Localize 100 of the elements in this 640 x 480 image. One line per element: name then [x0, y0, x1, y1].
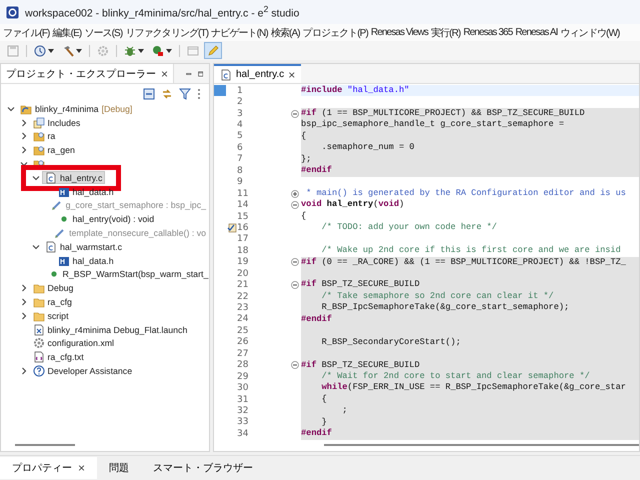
collapse-icon[interactable] [291, 258, 299, 266]
gear-icon [97, 44, 109, 56]
chevron-right-icon[interactable] [20, 118, 28, 127]
code-line: * main() is generated by the RA Configuration editor and is us [305, 188, 626, 198]
menu-item[interactable]: Renesas Views [370, 27, 428, 38]
line-number: 3 [237, 108, 244, 119]
menu-item[interactable]: 検索(A) [270, 26, 300, 40]
line-number: 33 [237, 417, 250, 428]
link-icon[interactable] [161, 88, 173, 100]
tree-item[interactable]: ra_gen [30, 144, 78, 157]
tree-item[interactable]: ra_cfg [30, 296, 75, 309]
launch-file-icon [32, 324, 44, 336]
editor-tab[interactable]: hal_entry.c × [214, 64, 302, 83]
chevron-right-icon[interactable] [20, 284, 28, 292]
close-icon[interactable]: × [78, 461, 86, 475]
save-icon [7, 44, 19, 56]
explorer-tab[interactable]: プロジェクト・エクスプローラー × [1, 64, 174, 83]
chevron-down-icon[interactable] [32, 174, 40, 182]
tree-item[interactable]: R_BSP_WarmStart(bsp_warm_start_ [44, 268, 212, 281]
tree-item[interactable]: template_nonsecure_callable() : vo [51, 226, 209, 240]
more-icon[interactable] [197, 88, 201, 100]
line-number: 18 [237, 246, 250, 256]
menu-item[interactable]: リファクタリング(T) [125, 26, 208, 40]
menu-item[interactable]: 編集(E) [52, 26, 82, 40]
code-line: }; [301, 154, 312, 164]
chevron-right-icon[interactable] [20, 146, 28, 154]
pencil-icon [54, 227, 66, 240]
line-number: 9 [237, 177, 244, 188]
chevron-down-icon[interactable] [32, 242, 40, 251]
maximize-icon[interactable] [198, 68, 203, 78]
menu-item[interactable]: ナビゲート(N) [211, 26, 268, 40]
code-line: R_BSP_IpcSemaphoreTake(&g_core_start_semaphore); [320, 302, 570, 312]
pen-icon [207, 44, 219, 56]
c-file-icon [45, 240, 57, 253]
menu-item[interactable]: 実行(R) [430, 26, 460, 40]
collapse-icon[interactable] [291, 110, 299, 118]
line-number: 4 [237, 120, 244, 130]
expand-icon[interactable] [291, 190, 299, 198]
tree-item[interactable]: script [30, 309, 72, 322]
panel-tab[interactable]: プロパティー × [0, 457, 98, 479]
tree-item[interactable]: ra [30, 130, 58, 143]
caret-icon[interactable] [48, 48, 54, 52]
line-number: 29 [237, 372, 250, 382]
clock-icon [34, 44, 46, 56]
caret-icon[interactable] [138, 48, 144, 52]
tree-item[interactable]: Developer Assistance [30, 364, 136, 378]
tree-item[interactable]: hal_entry(void) : void [54, 212, 158, 226]
menu-item[interactable]: プロジェクト(P) [302, 26, 368, 40]
menu-item[interactable]: Renesas AI [515, 27, 558, 38]
code-line: .semaphore_num = 0 [320, 142, 414, 152]
menu-item[interactable]: ファイル(F) [3, 26, 50, 40]
menu-item[interactable]: ソース(S) [84, 26, 122, 40]
chevron-right-icon[interactable] [20, 312, 28, 320]
chevron-right-icon[interactable] [20, 367, 28, 376]
line-number: 8 [237, 166, 244, 176]
tree-item[interactable]: configuration.xml [30, 336, 117, 350]
tree-item[interactable]: blinky_r4minima [Debug] [17, 102, 136, 116]
scrollbar[interactable] [15, 444, 75, 446]
collapse-icon[interactable] [291, 201, 299, 210]
tree-item[interactable]: ra_cfg.txt [30, 350, 87, 364]
tree-item[interactable]: hal_entry.c [42, 171, 106, 184]
chevron-down-icon[interactable] [7, 104, 15, 113]
line-number: 19 [237, 257, 250, 268]
scrollbar[interactable] [324, 444, 639, 446]
line-number: 11 [237, 188, 250, 199]
line-number: 20 [237, 268, 250, 279]
caret-icon[interactable] [166, 48, 172, 52]
c-file-icon [45, 172, 57, 184]
gear-icon [32, 337, 44, 350]
tree-item[interactable]: hal_data.h [54, 254, 117, 268]
menu-item[interactable]: ウィンドウ(W) [560, 26, 620, 40]
menu-item[interactable]: Renesas 365 [463, 27, 512, 38]
tree-item[interactable]: Debug [30, 282, 76, 295]
chevron-right-icon[interactable] [20, 298, 28, 306]
panel-tab[interactable]: 問題 [97, 457, 142, 479]
code-line: while(FSP_ERR_IN_USE == R_BSP_IpcSemaphoreTake(&g_core_star [320, 382, 626, 392]
collapse-icon[interactable] [291, 361, 299, 370]
panel-tab[interactable]: スマート・ブラウザー [141, 457, 266, 479]
c-file-icon [220, 68, 232, 80]
close-icon[interactable]: × [288, 68, 296, 82]
tree-item[interactable]: blinky_r4minima Debug_Flat.launch [30, 323, 190, 336]
help-icon [32, 365, 44, 378]
collapse-icon[interactable] [291, 281, 299, 290]
filter-icon[interactable] [179, 88, 191, 100]
folder-icon [32, 282, 44, 294]
tree-item[interactable]: Includes [30, 116, 84, 130]
code-line: #if (0 == _RA_CORE) && (1 == BSP_MULTICORE_PROJECT) && !BSP_TZ_ [301, 256, 626, 267]
close-icon[interactable]: × [161, 66, 168, 80]
caret-icon[interactable] [76, 48, 82, 52]
code-line: } [320, 416, 327, 427]
folder-icon [32, 296, 44, 308]
code-line: void hal_entry(void) [301, 199, 404, 210]
code-line: { [320, 394, 327, 404]
collapse-all-icon[interactable] [143, 88, 155, 100]
chevron-right-icon[interactable] [20, 132, 28, 140]
tree-item[interactable]: hal_warmstart.c [42, 240, 126, 254]
tab-label: プロジェクト・エクスプローラー [6, 68, 156, 80]
code-line: bsp_ipc_semaphore_handle_t g_core_start_semaphore = [301, 119, 564, 130]
code-line: #include "hal_data.h" [301, 85, 410, 95]
pen-button[interactable] [204, 42, 222, 59]
